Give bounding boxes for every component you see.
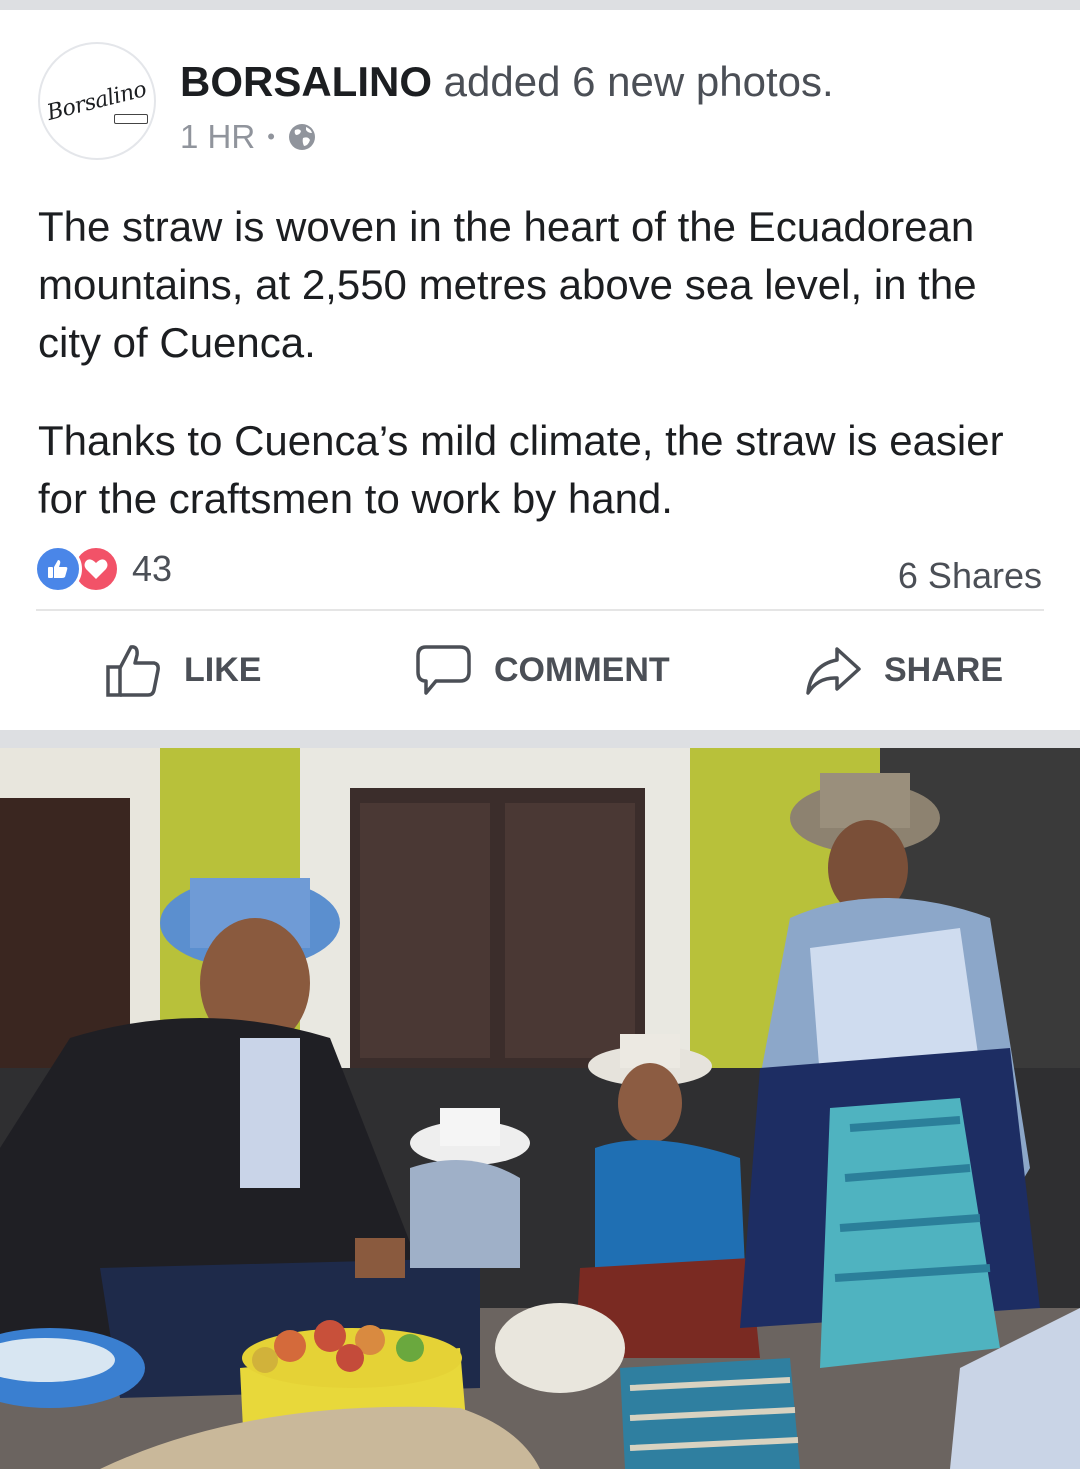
share-arrow-icon [806, 647, 861, 695]
facebook-feed: Borsalino BORSALINO added 6 new photos. … [0, 0, 1080, 1469]
comment-label: COMMENT [494, 650, 670, 689]
post-card: Borsalino BORSALINO added 6 new photos. … [0, 10, 1080, 730]
like-label: LIKE [184, 650, 262, 689]
like-reaction-icon [34, 545, 82, 593]
share-label: SHARE [884, 650, 1004, 689]
post-photo[interactable] [0, 748, 1080, 1469]
page-avatar[interactable]: Borsalino [38, 42, 156, 160]
post-paragraph-1: The straw is woven in the heart of the E… [38, 203, 977, 366]
post-action-text: added 6 new photos. [432, 58, 834, 105]
reaction-count: 43 [132, 548, 173, 589]
thumbs-up-outline-icon [106, 645, 160, 697]
post-header: BORSALINO added 6 new photos. [180, 58, 834, 106]
heart-icon [84, 559, 108, 579]
post-meta: 1 HR • [180, 118, 317, 156]
globe-icon[interactable] [287, 122, 317, 152]
logo-badge-icon [114, 114, 148, 124]
like-button[interactable]: LIKE [104, 634, 261, 706]
comment-button[interactable]: COMMENT [414, 634, 670, 706]
share-button[interactable]: SHARE [804, 634, 1003, 706]
post-timestamp[interactable]: 1 HR [180, 118, 255, 156]
photo-artisans-illustration [0, 748, 1080, 1469]
meta-separator: • [267, 124, 275, 149]
reaction-summary[interactable]: 43 [34, 545, 172, 593]
thumbs-up-icon [48, 560, 68, 578]
page-name-link[interactable]: BORSALINO [180, 58, 432, 105]
post-paragraph-2: Thanks to Cuenca’s mild climate, the str… [38, 417, 1004, 522]
comment-bubble-icon [416, 645, 471, 695]
shares-count[interactable]: 6 Shares [898, 555, 1042, 597]
divider [36, 609, 1044, 611]
